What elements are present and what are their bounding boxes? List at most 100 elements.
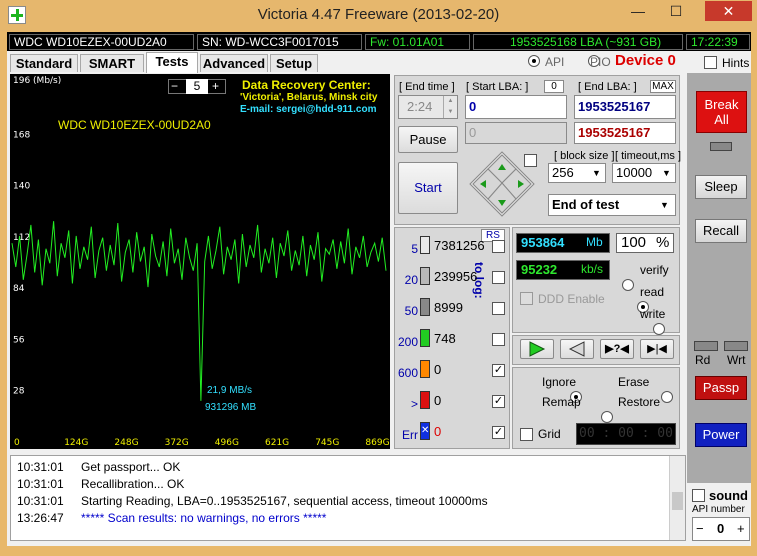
drive-firmware: Fw: 01.01A01 — [365, 34, 470, 50]
log-message: Get passport... OK — [81, 460, 181, 474]
stat-ms-label: 50 — [404, 304, 418, 318]
maximize-button[interactable]: ☐ — [660, 1, 692, 23]
api-number-label: API number — [692, 504, 745, 515]
play-icon — [529, 341, 546, 357]
end-action-chevron-down-icon[interactable]: ▼ — [660, 200, 669, 210]
stat-ms-label: 5 — [411, 242, 418, 256]
log-row: 10:31:01 Starting Reading, LBA=0..1953525… — [17, 494, 488, 511]
tab-smart[interactable]: SMART — [80, 54, 144, 72]
log-scrollbar-thumb[interactable] — [672, 492, 683, 510]
kbs-unit: kb/s — [581, 262, 604, 276]
stat-log-checkbox[interactable]: ✓ — [492, 364, 505, 377]
end-time-spinner[interactable]: ▲ ▼ — [443, 96, 457, 118]
pause-button[interactable]: Pause — [398, 126, 458, 153]
log-scrollbar[interactable] — [669, 456, 685, 540]
start-lba-zero-button[interactable]: 0 — [544, 80, 564, 93]
spinner-minus[interactable]: − — [171, 79, 178, 93]
close-button[interactable]: ✕ — [705, 1, 752, 21]
stat-color-swatch — [420, 360, 430, 378]
x-tick-label: 124G — [64, 438, 88, 448]
passp-button[interactable]: Passp — [695, 376, 747, 400]
grid-checkbox[interactable] — [520, 428, 533, 441]
percent-unit: % — [656, 234, 670, 251]
current-lba-field: 1953525167 — [574, 122, 676, 144]
spinner-value[interactable]: 5 — [186, 79, 208, 94]
x-tick-label: 869G — [365, 438, 389, 448]
sleep-button[interactable]: Sleep — [695, 175, 747, 199]
sound-checkbox[interactable] — [692, 489, 705, 502]
verify-radio[interactable] — [622, 279, 634, 291]
back-button[interactable] — [560, 339, 594, 359]
timeout-chevron-down-icon[interactable]: ▼ — [662, 168, 671, 178]
remap-radio[interactable] — [600, 411, 613, 423]
graph-drive-label: WDC WD10EZEX-00UD2A0 — [58, 118, 211, 132]
stat-color-swatch — [420, 267, 430, 285]
stat-count: 239956 — [434, 269, 478, 284]
play-button[interactable] — [520, 339, 554, 359]
stat-ms-label: 200 — [397, 335, 418, 349]
log-message: Recallibration... OK — [81, 477, 185, 491]
api-number-value[interactable]: 0 — [717, 521, 724, 536]
x-tick-label: 621G — [265, 438, 289, 448]
start-button[interactable]: Start — [398, 162, 458, 214]
log-time: 13:26:47 — [17, 511, 64, 525]
api-radio[interactable] — [528, 55, 540, 67]
stat-log-checkbox[interactable] — [492, 271, 505, 284]
drc-title: Data Recovery Center: — [242, 78, 371, 92]
wrt-led — [724, 341, 748, 351]
x-tick-label: 745G — [315, 438, 339, 448]
stat-color-swatch — [420, 391, 430, 409]
stat-log-checkbox[interactable] — [492, 302, 505, 315]
api-minus-button[interactable]: − — [696, 521, 704, 536]
stat-log-checkbox[interactable] — [492, 240, 505, 253]
hints-checkbox[interactable] — [704, 56, 717, 69]
stat-color-swatch: ✕ — [420, 422, 430, 440]
break-all-button[interactable]: Break All — [696, 91, 747, 133]
graph-y-unit: 196 (Mb/s) — [13, 76, 62, 86]
drc-line1: 'Victoria', Belarus, Minsk city — [240, 92, 378, 103]
speed-readout: 21,9 MB/s — [207, 385, 253, 396]
end-action-select[interactable]: End of test — [548, 194, 676, 216]
x-tick-label: 0 — [14, 438, 20, 448]
tab-standard[interactable]: Standard — [10, 54, 78, 72]
end-skip-button[interactable]: ▶|◀ — [640, 339, 674, 359]
power-button[interactable]: Power — [695, 423, 747, 447]
status-led — [710, 142, 732, 151]
tab-advanced[interactable]: Advanced — [200, 54, 268, 72]
device-label[interactable]: Device 0 — [615, 52, 676, 69]
block-size-label: [ block size ] — [554, 150, 615, 162]
block-size-chevron-down-icon[interactable]: ▼ — [592, 168, 601, 178]
stat-log-checkbox[interactable]: ✓ — [492, 395, 505, 408]
x-tick-label: 372G — [165, 438, 189, 448]
tab-setup[interactable]: Setup — [270, 54, 318, 72]
rd-label: Rd — [695, 353, 711, 367]
recall-button[interactable]: Recall — [695, 219, 747, 243]
stat-count: 748 — [434, 331, 456, 346]
start-lba-field[interactable]: 0 — [465, 95, 567, 119]
pause-lba-field: 0 — [465, 122, 567, 144]
stat-ms-label: 600 — [397, 366, 418, 380]
end-lba-field[interactable]: 1953525167 — [574, 95, 676, 119]
spinner-plus[interactable]: + — [212, 79, 219, 93]
write-radio[interactable] — [652, 323, 665, 335]
skip-unknown-button[interactable]: ▶?◀ — [600, 339, 634, 359]
minimize-button[interactable]: — — [622, 1, 654, 23]
x-tick-label: 248G — [114, 438, 138, 448]
erase-label: Erase — [618, 375, 650, 389]
drive-serial: SN: WD-WCC3F0017015 — [197, 34, 362, 50]
stat-log-checkbox[interactable]: ✓ — [492, 426, 505, 439]
api-plus-button[interactable]: + — [737, 521, 745, 536]
timeout-label: [ timeout,ms ] — [615, 150, 682, 162]
end-lba-max-button[interactable]: MAX — [650, 80, 676, 93]
ddd-checkbox[interactable] — [520, 292, 533, 305]
hints-label: Hints — [722, 56, 750, 70]
pad-checkbox[interactable] — [524, 154, 537, 167]
tab-tests[interactable]: Tests — [146, 52, 198, 73]
stat-color-swatch — [420, 329, 430, 347]
stat-count: 0 — [434, 393, 442, 408]
stat-log-checkbox[interactable] — [492, 333, 505, 346]
stat-ms-label: Err — [402, 428, 418, 442]
stat-count: 0 — [434, 362, 442, 377]
api-label: API — [545, 55, 565, 69]
timer-display: 00 : 00 : 00 — [576, 423, 676, 445]
